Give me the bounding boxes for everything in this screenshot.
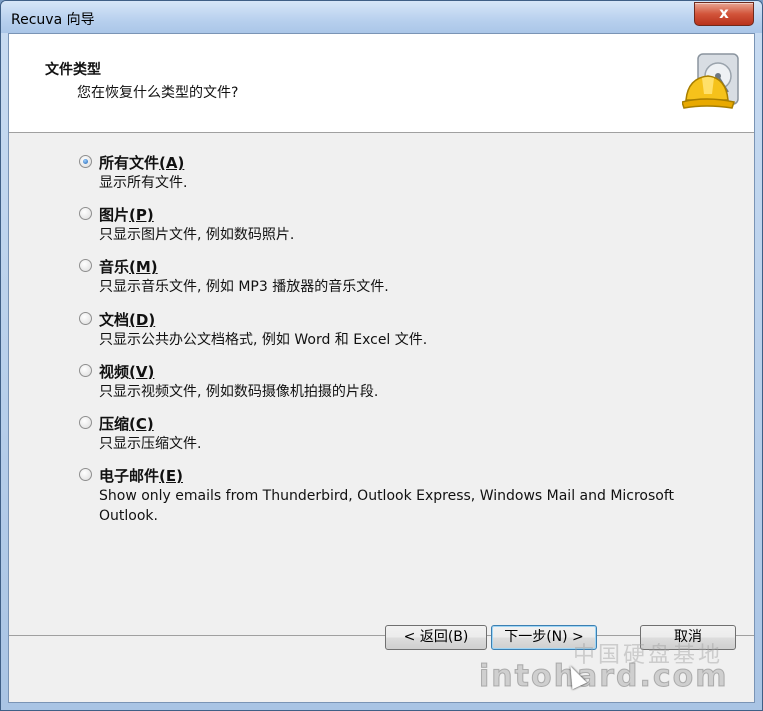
title-bar[interactable]: Recuva 向导 x bbox=[1, 1, 762, 33]
radio-pictures[interactable] bbox=[79, 207, 92, 221]
recuva-wizard-window: Recuva 向导 x 文件类型 您在恢复什么类型的文件? 所有文件(A) 显示 bbox=[0, 0, 763, 711]
option-description: 只显示图片文件, 例如数码照片. bbox=[99, 227, 295, 244]
back-button[interactable]: < 返回(B) bbox=[385, 625, 487, 650]
option-all-files[interactable]: 所有文件(A) 显示所有文件. bbox=[79, 152, 719, 204]
window-title: Recuva 向导 bbox=[11, 12, 95, 28]
radio-music[interactable] bbox=[79, 259, 92, 273]
watermark-text: intohard.com bbox=[479, 659, 729, 695]
option-description: 显示所有文件. bbox=[99, 175, 188, 191]
page-title: 文件类型 bbox=[45, 62, 101, 78]
close-button[interactable]: x bbox=[694, 2, 754, 26]
option-documents[interactable]: 文档(D) 只显示公共办公文档格式, 例如 Word 和 Excel 文件. bbox=[79, 309, 719, 361]
option-description: Show only emails from Thunderbird, Outlo… bbox=[99, 488, 675, 525]
option-description: 只显示视频文件, 例如数码摄像机拍摄的片段. bbox=[99, 383, 379, 400]
option-description: 只显示压缩文件. bbox=[99, 435, 202, 452]
radio-compressed[interactable] bbox=[79, 415, 92, 429]
recuva-logo-icon bbox=[682, 53, 739, 109]
option-label: 音乐(M) bbox=[99, 258, 158, 277]
radio-all-files[interactable] bbox=[79, 155, 92, 168]
page-subtitle: 您在恢复什么类型的文件? bbox=[77, 85, 239, 101]
option-pictures[interactable]: 图片(P) 只显示图片文件, 例如数码照片. bbox=[79, 204, 719, 256]
option-label: 所有文件(A) bbox=[99, 154, 185, 172]
option-video[interactable]: 视频(V) 只显示视频文件, 例如数码摄像机拍摄的片段. bbox=[79, 361, 719, 413]
option-description: 只显示音乐文件, 例如 MP3 播放器的音乐文件. bbox=[99, 279, 389, 296]
file-type-options: 所有文件(A) 显示所有文件. 图片(P) 只显示图片文件, 例如数码照片. 音… bbox=[79, 152, 719, 524]
option-description: 只显示公共办公文档格式, 例如 Word 和 Excel 文件. bbox=[99, 331, 428, 348]
radio-documents[interactable] bbox=[79, 311, 92, 325]
option-music[interactable]: 音乐(M) 只显示音乐文件, 例如 MP3 播放器的音乐文件. bbox=[79, 256, 719, 308]
radio-video[interactable] bbox=[79, 363, 92, 377]
option-label: 文档(D) bbox=[99, 310, 156, 329]
close-icon: x bbox=[719, 4, 729, 22]
option-compressed[interactable]: 压缩(C) 只显示压缩文件. bbox=[79, 413, 719, 465]
wizard-header: 文件类型 您在恢复什么类型的文件? bbox=[9, 34, 754, 133]
option-label: 视频(V) bbox=[99, 362, 155, 381]
wizard-body: 文件类型 您在恢复什么类型的文件? 所有文件(A) 显示所有文件. 图片(P) bbox=[8, 33, 755, 703]
option-label: 图片(P) bbox=[99, 206, 154, 225]
radio-email[interactable] bbox=[79, 468, 92, 482]
option-label: 压缩(C) bbox=[99, 414, 154, 433]
option-label: 电子邮件(E) bbox=[99, 467, 183, 486]
option-email[interactable]: 电子邮件(E) Show only emails from Thunderbir… bbox=[79, 465, 719, 524]
